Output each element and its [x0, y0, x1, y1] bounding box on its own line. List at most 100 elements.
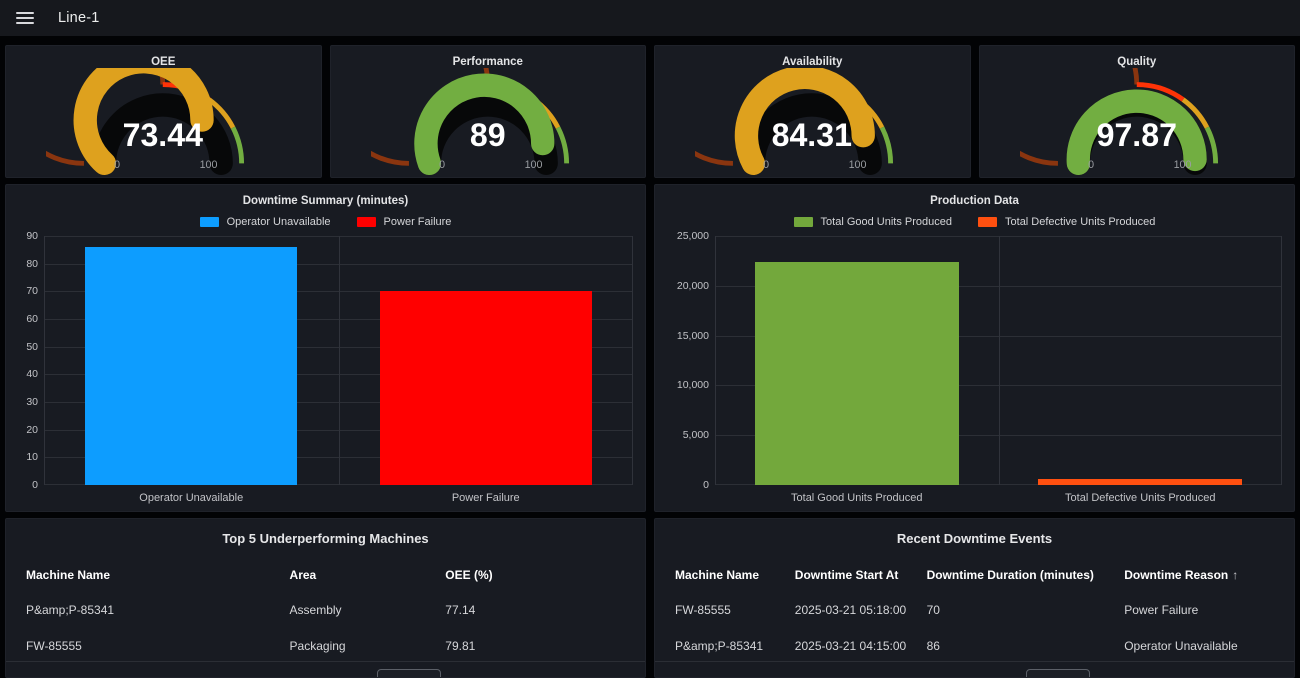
legend-swatch-icon	[794, 217, 813, 227]
y-tick-label: 50	[5, 341, 38, 353]
y-tick-label: 60	[5, 313, 38, 325]
table-divider	[6, 661, 645, 662]
gauge-max-label: 100	[849, 159, 867, 171]
bar-power-failure[interactable]	[380, 291, 592, 485]
panel-title[interactable]: Availability	[655, 56, 970, 68]
legend-item[interactable]: Operator Unavailable	[200, 216, 331, 228]
oee-gauge: 73.440100	[6, 68, 321, 177]
column-header[interactable]: Machine Name	[675, 556, 795, 592]
legend-label: Total Defective Units Produced	[1005, 216, 1155, 228]
quality-gauge: 97.870100	[980, 68, 1295, 177]
x-axis-label: Power Failure	[339, 485, 634, 504]
table-cell: 2025-03-21 05:18:00	[795, 592, 927, 628]
panel-performance: Performance 890100	[330, 45, 647, 178]
y-tick-label: 0	[673, 479, 709, 491]
threshold-ring-segment	[1207, 128, 1216, 164]
gauge-value: 84.31	[772, 117, 852, 153]
panel-title[interactable]: Performance	[331, 56, 646, 68]
gauge-max-label: 100	[525, 159, 543, 171]
table-cell: 70	[927, 592, 1125, 628]
table-cell: 2025-03-21 04:15:00	[795, 628, 927, 664]
table-cell: 77.14	[445, 592, 625, 628]
table-cell: FW-85555	[675, 592, 795, 628]
column-header[interactable]: Machine Name	[26, 556, 290, 592]
column-header[interactable]: Downtime Reason↑	[1124, 556, 1274, 592]
gridline-vertical	[339, 236, 340, 485]
column-header[interactable]: OEE (%)	[445, 556, 625, 592]
table-row: P&amp;P-853412025-03-21 04:15:0086Operat…	[675, 628, 1274, 664]
table-row: FW-85555Packaging79.81	[26, 628, 625, 664]
y-tick-label: 10	[5, 451, 38, 463]
gridline-vertical	[1281, 236, 1282, 485]
legend-item[interactable]: Total Defective Units Produced	[978, 216, 1155, 228]
dashboard-title[interactable]: Line-1	[58, 10, 100, 26]
table-divider	[655, 661, 1294, 662]
legend-label: Power Failure	[384, 216, 452, 228]
downtime-bar-chart: 0102030405060708090Operator UnavailableP…	[44, 236, 633, 485]
legend-item[interactable]: Total Good Units Produced	[794, 216, 952, 228]
y-tick-label: 90	[5, 230, 38, 242]
table-header-row: Machine NameDowntime Start AtDowntime Du…	[675, 556, 1274, 592]
column-header[interactable]: Area	[290, 556, 446, 592]
column-header[interactable]: Downtime Duration (minutes)	[927, 556, 1125, 592]
pagination-button[interactable]	[377, 669, 441, 678]
availability-gauge: 84.310 100	[655, 68, 970, 177]
gauge-value: 97.87	[1097, 117, 1177, 153]
y-tick-label: 5,000	[673, 429, 709, 441]
y-tick-label: 80	[5, 258, 38, 270]
dashboard-grid: OEE 73.440100 Performance 890100 Availab…	[5, 45, 1295, 678]
performance-gauge: 890100	[331, 68, 646, 177]
bar-total-good-units-produced[interactable]	[755, 262, 959, 485]
table-cell: P&amp;P-85341	[26, 592, 290, 628]
gauge-max-label: 100	[1174, 159, 1192, 171]
gauge-min-label: 0	[764, 159, 770, 171]
y-tick-label: 25,000	[673, 230, 709, 242]
threshold-ring-segment	[233, 128, 242, 164]
panel-oee: OEE 73.440100	[5, 45, 322, 178]
panel-title[interactable]: Top 5 Underperforming Machines	[26, 531, 625, 546]
y-tick-label: 20	[5, 424, 38, 436]
chart-legend: Total Good Units Produced Total Defective…	[667, 216, 1282, 228]
table-cell: FW-85555	[26, 628, 290, 664]
gridline-vertical	[715, 236, 716, 485]
panel-title[interactable]: Downtime Summary (minutes)	[18, 195, 633, 207]
table-cell: Operator Unavailable	[1124, 628, 1274, 664]
table-cell: Assembly	[290, 592, 446, 628]
gridline-vertical	[999, 236, 1000, 485]
gridline-vertical	[44, 236, 45, 485]
downtime-events-table: Machine NameDowntime Start AtDowntime Du…	[675, 556, 1274, 664]
x-axis-label: Operator Unavailable	[44, 485, 339, 504]
gauge-min-label: 0	[115, 159, 121, 171]
menu-icon[interactable]	[16, 12, 34, 24]
y-tick-label: 70	[5, 285, 38, 297]
pagination-button[interactable]	[1026, 669, 1090, 678]
panel-title[interactable]: Quality	[980, 56, 1295, 68]
legend-swatch-icon	[357, 217, 376, 227]
table-header-row: Machine NameAreaOEE (%)	[26, 556, 625, 592]
bar-operator-unavailable[interactable]	[85, 247, 297, 485]
table-cell: Packaging	[290, 628, 446, 664]
y-tick-label: 0	[5, 479, 38, 491]
threshold-ring-segment	[558, 128, 567, 164]
y-tick-label: 10,000	[673, 379, 709, 391]
sort-ascending-icon: ↑	[1232, 568, 1238, 582]
panel-availability: Availability 84.310 100	[654, 45, 971, 178]
x-axis-label: Total Defective Units Produced	[999, 485, 1283, 504]
legend-item[interactable]: Power Failure	[357, 216, 452, 228]
x-axis-labels: Total Good Units ProducedTotal Defective…	[715, 485, 1282, 504]
threshold-ring-segment	[882, 128, 891, 164]
panel-title[interactable]: Production Data	[667, 195, 1282, 207]
panel-quality: Quality 97.870100	[979, 45, 1296, 178]
y-tick-label: 30	[5, 396, 38, 408]
panel-production-data: Production Data Total Good Units Produce…	[654, 184, 1295, 512]
table-cell: 86	[927, 628, 1125, 664]
column-header[interactable]: Downtime Start At	[795, 556, 927, 592]
panel-title[interactable]: OEE	[6, 56, 321, 68]
underperforming-machines-table: Machine NameAreaOEE (%)P&amp;P-85341Asse…	[26, 556, 625, 664]
gauge-value: 73.44	[123, 117, 203, 153]
gauge-min-label: 0	[439, 159, 445, 171]
legend-label: Total Good Units Produced	[821, 216, 952, 228]
top-nav: Line-1	[0, 0, 1300, 36]
production-bar-chart: 05,00010,00015,00020,00025,000Total Good…	[715, 236, 1282, 485]
panel-title[interactable]: Recent Downtime Events	[675, 531, 1274, 546]
